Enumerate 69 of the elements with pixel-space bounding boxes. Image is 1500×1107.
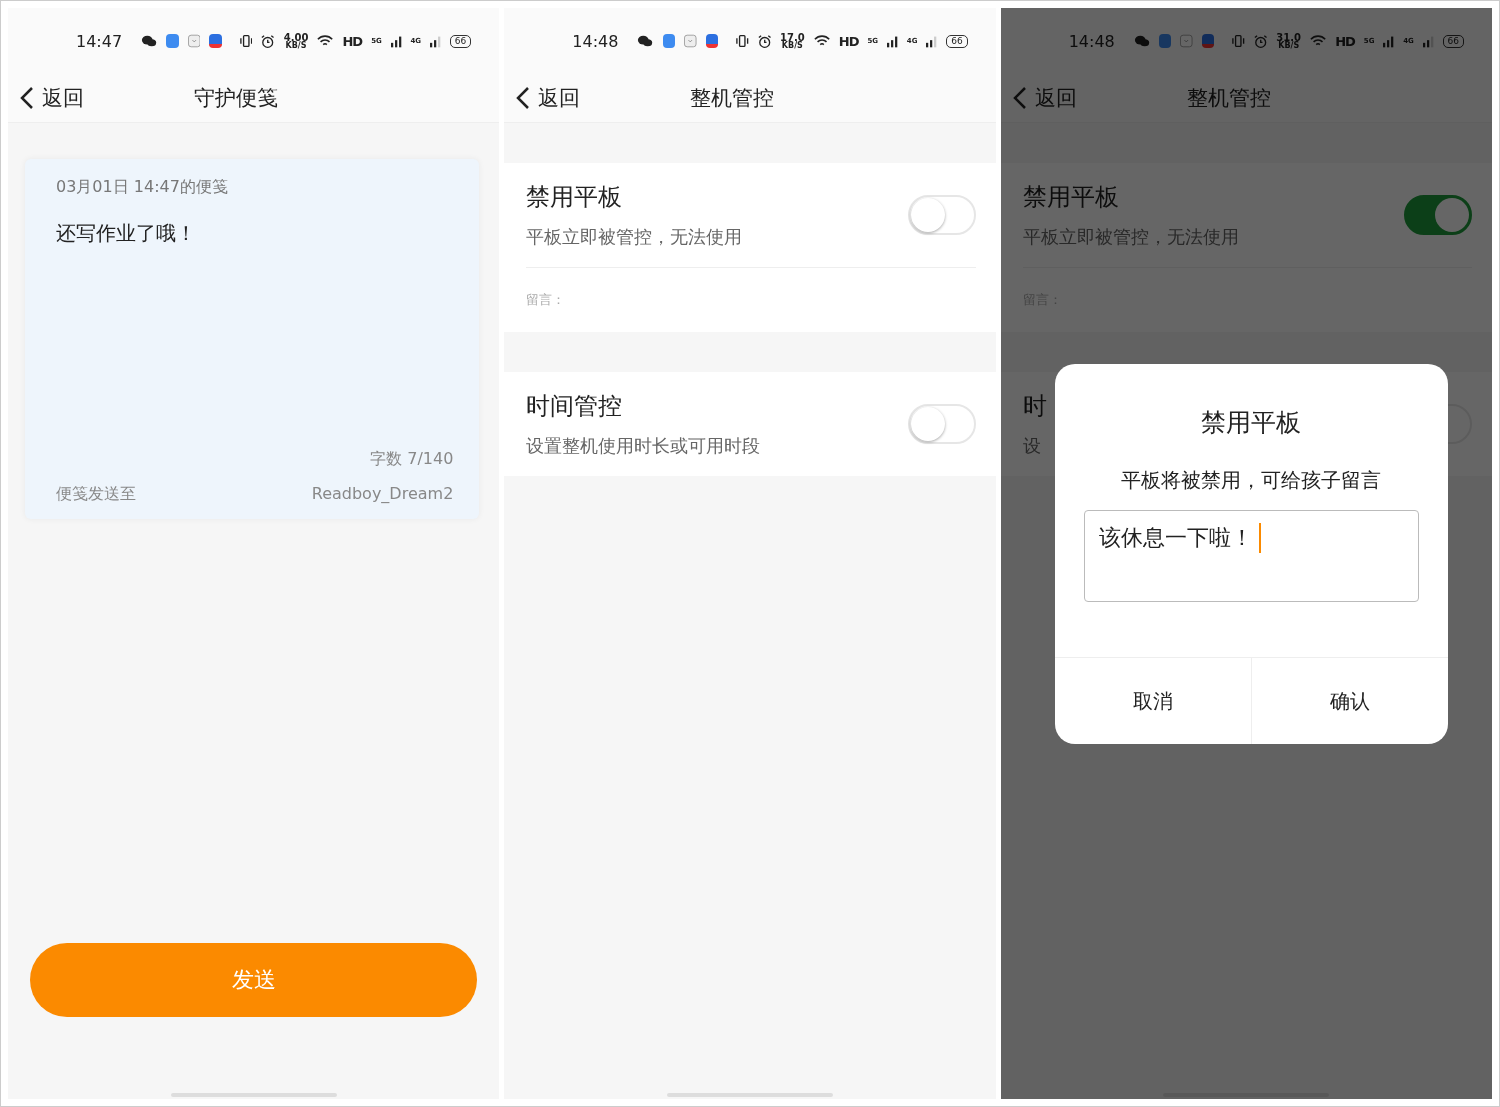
vibrate-icon [736,34,749,48]
setting-description: 平板立即被管控，无法使用 [526,225,744,249]
battery-level: 66 [449,34,472,48]
app-icon [1180,34,1193,48]
status-time: 14:48 [1068,31,1115,51]
setting-description: 设置整机使用时长或可用时段 [526,434,762,458]
status-time: 14:48 [572,31,619,51]
vibrate-icon [1232,34,1245,48]
setting-title: 时间管控 [526,391,624,422]
recipient-label: 便笺发送至 [56,484,136,505]
wifi-icon [813,34,830,48]
page-title: 整机管控 [1186,85,1271,112]
chat-bubbles-icon [141,34,158,48]
toggle-switch[interactable] [1404,195,1472,235]
setting-title: 禁用平板 [526,182,624,213]
dialog-title: 禁用平板 [1201,407,1302,439]
hd-indicator: HD [1335,33,1355,49]
alarm-clock-icon [261,33,275,49]
signal-bars-icon [430,34,441,48]
battery-level: 66 [1442,34,1464,48]
chat-bubbles-icon [1133,34,1150,48]
alarm-clock-icon [1253,33,1268,49]
recipient-name: Readboy_Dream2 [311,484,454,505]
character-count: 字数 7/140 [370,449,454,470]
setting-description: 平板立即被管控，无法使用 [1022,225,1240,249]
network-speed: 17.0 [780,32,805,42]
setting-title: 时 [1022,391,1048,422]
wifi-icon [1310,34,1327,48]
app-icon [187,34,201,48]
hd-indicator: HD [838,33,859,49]
signal-bars-icon [926,34,938,48]
speed-unit: KB/S [285,41,307,50]
setting-description: 设 [1022,434,1042,458]
signal-bars-icon [887,34,898,48]
signal-bars-icon [1422,34,1434,48]
cancel-button[interactable]: 取消 [1054,658,1251,744]
app-icon [684,34,697,48]
speed-unit: KB/S [1278,41,1300,50]
network-speed: 4.00 [283,32,309,42]
robot-app-icon [705,34,719,48]
back-chevron-icon[interactable] [516,86,531,110]
dialog-message: 平板将被禁用，可给孩子留言 [1121,467,1382,494]
hd-indicator: HD [342,33,363,49]
note-text[interactable]: 还写作业了哦！ [56,220,454,449]
app-icon [662,34,676,48]
status-time: 14:47 [76,31,123,51]
page-title: 守护便笺 [194,85,278,112]
back-chevron-icon[interactable] [20,86,34,110]
back-button[interactable]: 返回 [516,84,581,112]
page-title: 整机管控 [690,85,775,112]
signal-bars-icon [1383,34,1395,48]
robot-app-icon [209,34,222,48]
robot-app-icon [1201,34,1215,48]
vibrate-icon [239,34,253,48]
speed-unit: KB/S [781,41,803,50]
network-speed: 31.0 [1276,32,1302,42]
setting-title: 禁用平板 [1022,182,1120,213]
signal-bars-icon [390,34,402,48]
back-button[interactable]: 返回 [20,84,84,112]
message-field[interactable]: 该休息一下啦！ [1083,510,1419,602]
alarm-clock-icon [757,33,771,49]
message-label: 留言： [526,291,566,309]
app-icon [166,34,179,48]
note-date: 03月01日 14:47的便笺 [56,177,229,198]
app-icon [1158,34,1172,48]
confirm-button[interactable]: 确认 [1250,658,1448,744]
battery-level: 66 [946,34,968,48]
chat-bubbles-icon [637,34,654,48]
wifi-icon [317,34,334,48]
